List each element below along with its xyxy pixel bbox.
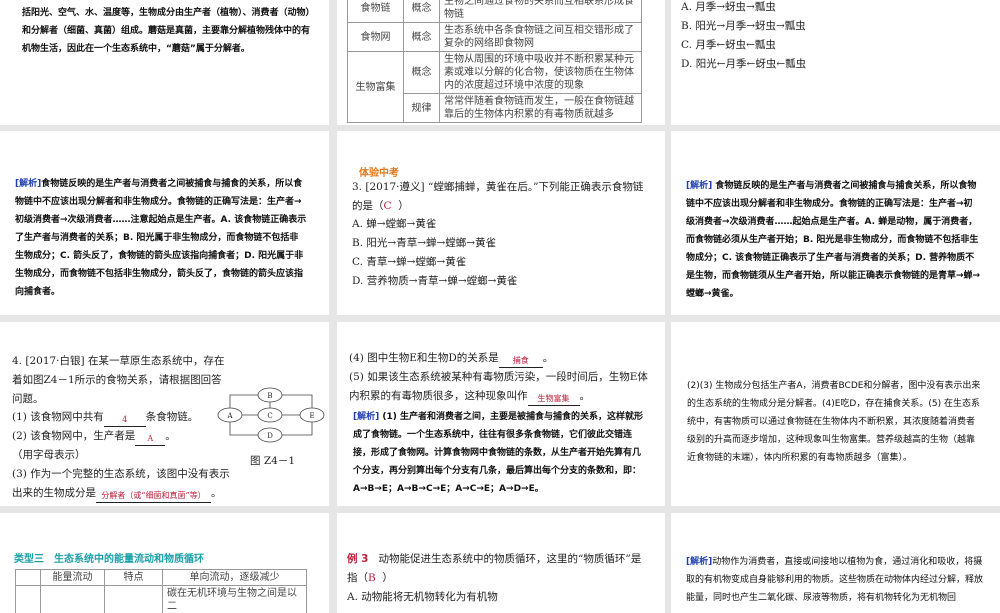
cell: 概念 [404,52,440,94]
analysis: [解析]食物链反映的是生产者与消费者之间被捕食与捕食的关系，所以食物链中不应该出… [15,175,307,301]
cell [105,586,163,613]
q5-text: (5) 如果该生态系统被某种有毒物质污染，一段时间后，生物E体内积累的有毒物质很… [349,371,648,402]
option-c: C. 青草→蝉→螳螂→黄雀 [352,253,517,272]
slide-7[interactable]: 4. [2017·白银] 在某一草原生态系统中，存在着如图Z4－1所示的食物关系… [0,322,329,506]
q3-end: 。 [211,487,222,499]
analysis-label: [解析] [686,181,712,191]
energy-table: 能量流动特点单向流动，逐级减少 碳在无机环境与生物之间是以二 [15,569,307,613]
slide-3[interactable]: A. 月季→蚜虫→瓢虫 B. 阳光→月季→蚜虫→瓢虫 C. 月季←蚜虫←瓢虫 D… [671,0,1000,125]
cell: 常常伴随着食物链而发生，一般在食物链越靠后的生物体内积累的有毒物质就越多 [440,94,642,123]
slide-2[interactable]: 食物链概念生物之间通过食物的关系而互相联系形成食物链 食物网概念生态系统中各条食… [337,0,665,125]
analysis-label: [解析] [15,179,41,189]
figure-caption: 图 Z4－1 [250,452,295,471]
section-title: 体验中考 [359,164,399,179]
node-c: C [267,412,272,420]
answer-4: 捕食 [499,355,543,368]
example-question: 例 3 动物能促进生态系统中的物质循环，这里的“物质循环”是指（B ） [347,550,647,588]
option-d: D. 营养物质→青草→蝉→螳螂→黄雀 [352,272,517,291]
node-a: A [226,412,233,420]
answer-2: A [135,433,165,446]
options: A. 蝉→螳螂→黄雀 B. 阳光→青草→蝉→螳螂→黄雀 C. 青草→蝉→螳螂→黄… [352,215,517,291]
question-end: ） [398,200,409,212]
answer-1: 4 [104,414,146,427]
cell: 生物从周围的环境中吸收并不断积累某种元素或难以分解的化合物，使该物质在生物体内的… [440,52,642,94]
slide-4[interactable]: [解析]食物链反映的是生产者与消费者之间被捕食与捕食的关系，所以食物链中不应该出… [0,131,329,315]
q2-end: 。 [165,430,176,442]
cell: 生态系统中各条食物链之间互相交错形成了复杂的网络即食物网 [440,23,642,52]
question-end: ） [382,572,393,584]
slide-12[interactable]: [解析]动物作为消费者，直接或间接地以植物为食，通过消化和吸收，将摄取的有机物变… [671,513,1000,613]
cell: 能量流动 [41,570,105,586]
sub-questions: (1) 该食物网中共有4条食物链。 (2) 该食物网中，生产者是A。 （用字母表… [12,408,227,465]
q4-text: (4) 图中生物E和生物D的关系是 [349,352,499,364]
analysis-label: [解析] [353,412,379,422]
slide-8[interactable]: (4) 图中生物E和生物D的关系是捕食。 (5) 如果该生态系统被某种有毒物质污… [337,322,665,506]
cell: 食物链 [348,0,404,23]
option-c: C. 月季←蚜虫←瓢虫 [681,36,806,55]
slide-11[interactable]: 例 3 动物能促进生态系统中的物质循环，这里的“物质循环”是指（B ） A. 动… [337,513,665,613]
analysis: [解析]动物作为消费者，直接或间接地以植物为食，通过消化和吸收，将摄取的有机物变… [686,553,986,607]
cell: 概念 [404,0,440,23]
section-title: 类型三 生态系统中的能量流动和物质循环 [14,550,204,565]
cell: 规律 [404,94,440,123]
cell: 特点 [105,570,163,586]
option-b: B. 阳光→月季→蚜虫→瓢虫 [681,17,806,36]
node-b: B [267,392,272,400]
q2-text: (2) 该食物网中，生产者是 [12,430,135,442]
explanation-text: 括阳光、空气、水、温度等，生物成分由生产者（植物）、消费者（动物）和分解者（细菌… [22,4,312,58]
q5-end: 。 [580,390,591,402]
cell: 食物网 [348,23,404,52]
food-web-diagram: A B C D E [215,385,329,451]
answer-5: 生物富集 [528,393,580,406]
cell [16,570,41,586]
option-a: A. 动物能将无机物转化为有机物 [347,588,498,607]
question-text: 3. [2017·遵义] “螳螂捕蝉，黄雀在后。”下列能正确表示食物链的是（ [352,181,643,212]
q1-end: 条食物链。 [146,411,199,423]
concept-table: 食物链概念生物之间通过食物的关系而互相联系形成食物链 食物网概念生态系统中各条食… [347,0,642,123]
cell [41,586,105,613]
q4-end: 。 [543,352,554,364]
analysis: [解析] 食物链反映的是生产者与消费者之间被捕食与捕食关系，所以食物链中不应该出… [686,177,981,303]
slide-5[interactable]: 体验中考 3. [2017·遵义] “螳螂捕蝉，黄雀在后。”下列能正确表示食物链… [337,131,665,315]
answer-3: 分解者（或“细菌和真菌”等） [96,490,211,503]
analysis: [解析] (1) 生产者和消费者之间，主要是被捕食与捕食的关系，这样就形成了食物… [353,408,643,498]
answer: C [384,200,392,212]
cell: 概念 [404,23,440,52]
q2-note: （用字母表示） [12,446,227,465]
option-d: D. 阳光←月季←蚜虫←瓢虫 [681,55,806,74]
question-text: 4. [2017·白银] 在某一草原生态系统中，存在着如图Z4－1所示的食物关系… [12,352,227,409]
slide-6[interactable]: [解析] 食物链反映的是生产者与消费者之间被捕食与捕食关系，所以食物链中不应该出… [671,131,1000,315]
cell: 单向流动，逐级减少 [163,570,307,586]
slide-10[interactable]: 类型三 生态系统中的能量流动和物质循环 能量流动特点单向流动，逐级减少 碳在无机… [0,513,329,613]
slide-9[interactable]: (2)(3) 生物成分包括生产者A，消费者BCDE和分解者，图中没有表示出来的生… [671,322,1000,506]
option-a: A. 月季→蚜虫→瓢虫 [681,0,806,17]
cell: 生物富集 [348,52,404,123]
cell: 碳在无机环境与生物之间是以二 [163,586,307,613]
node-d: D [267,432,273,440]
example-label: 例 3 [347,553,368,565]
q5: (5) 如果该生态系统被某种有毒物质污染，一段时间后，生物E体内积累的有毒物质很… [349,368,649,406]
q4: (4) 图中生物E和生物D的关系是捕食。 [349,349,649,368]
analysis-text: 食物链反映的是生产者与消费者之间被捕食与捕食的关系，所以食物链中不应该出现分解者… [15,179,306,297]
option-a: A. 蝉→螳螂→黄雀 [352,215,517,234]
q1-text: (1) 该食物网中共有 [12,411,104,423]
cell: 生物之间通过食物的关系而互相联系形成食物链 [440,0,642,23]
cell [16,586,41,613]
analysis-text: 食物链反映的是生产者与消费者之间被捕食与捕食关系，所以食物链中不应该出现分解者和… [686,181,980,299]
analysis-label: [解析] [686,557,712,567]
answer: B [368,572,376,584]
question: 3. [2017·遵义] “螳螂捕蝉，黄雀在后。”下列能正确表示食物链的是（C … [352,178,647,216]
analysis-text: (1) 生产者和消费者之间，主要是被捕食与捕食的关系，这样就形成了食物链。一个生… [353,412,643,494]
node-e: E [309,412,314,420]
option-b: B. 阳光→青草→蝉→螳螂→黄雀 [352,234,517,253]
analysis-text: (2)(3) 生物成分包括生产者A，消费者BCDE和分解者，图中没有表示出来的生… [687,377,982,467]
analysis-text: 动物作为消费者，直接或间接地以植物为食，通过消化和吸收，将摄取的有机物变成自身能… [686,557,983,603]
options: A. 月季→蚜虫→瓢虫 B. 阳光→月季→蚜虫→瓢虫 C. 月季←蚜虫←瓢虫 D… [681,0,806,74]
q3: (3) 作为一个完整的生态系统，该图中没有表示出来的生物成分是分解者（或“细菌和… [12,465,237,503]
slide-1[interactable]: 括阳光、空气、水、温度等，生物成分由生产者（植物）、消费者（动物）和分解者（细菌… [0,0,329,125]
